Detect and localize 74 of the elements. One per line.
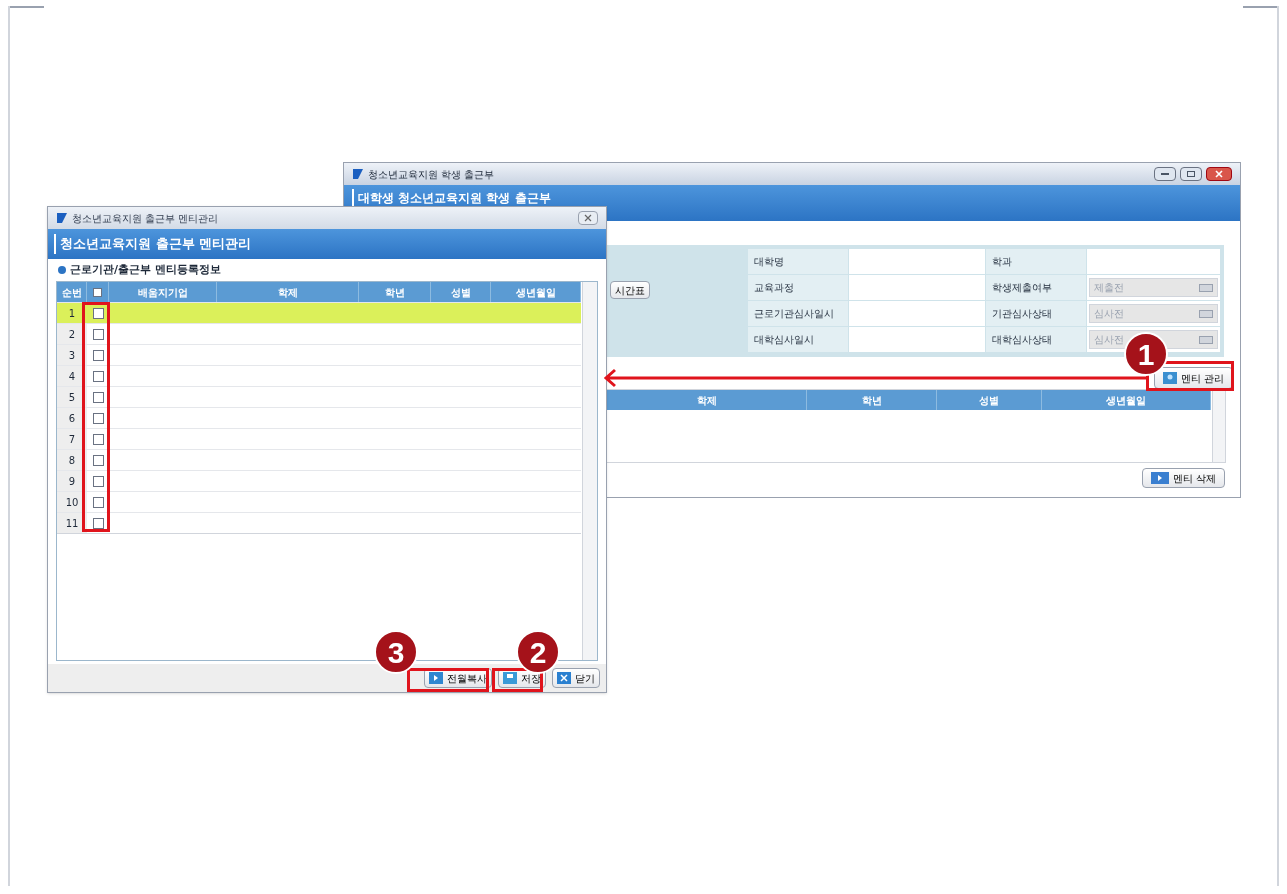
field-label: 학과 bbox=[986, 249, 1087, 274]
row-checkbox[interactable] bbox=[92, 517, 104, 529]
row-checkbox[interactable] bbox=[92, 370, 104, 382]
field-label: 대학심사일시 bbox=[748, 327, 848, 352]
row-number: 10 bbox=[57, 492, 87, 512]
row-number: 6 bbox=[57, 408, 87, 428]
input-field[interactable] bbox=[848, 301, 985, 326]
table-row[interactable]: 8 bbox=[57, 449, 581, 470]
dropdown-icon bbox=[1199, 309, 1213, 318]
close-button[interactable]: 닫기 bbox=[552, 668, 600, 688]
column-header: 학년 bbox=[807, 390, 937, 410]
row-checkbox[interactable] bbox=[92, 328, 104, 340]
close-button[interactable] bbox=[1206, 167, 1232, 181]
field-label: 교육과정 bbox=[748, 275, 848, 300]
header-title: 청소년교육지원 출근부 멘티관리 bbox=[54, 234, 252, 254]
row-checkbox[interactable] bbox=[92, 433, 104, 445]
app-icon bbox=[352, 168, 364, 180]
bullet-icon bbox=[58, 266, 66, 274]
row-number: 2 bbox=[57, 324, 87, 344]
row-number: 3 bbox=[57, 345, 87, 365]
row-checkbox[interactable] bbox=[92, 496, 104, 508]
input-field[interactable] bbox=[849, 249, 986, 274]
dropdown-icon bbox=[1199, 283, 1213, 292]
row-checkbox[interactable] bbox=[92, 391, 104, 403]
save-icon bbox=[503, 672, 517, 684]
row-number: 11 bbox=[57, 513, 87, 533]
window-title: 청소년교육지원 출근부 멘티관리 bbox=[72, 211, 219, 226]
field-label: 학생제출여부 bbox=[985, 275, 1086, 300]
select-all-checkbox[interactable] bbox=[93, 287, 102, 297]
column-header: 성별 bbox=[937, 390, 1042, 410]
table-row[interactable]: 10 bbox=[57, 491, 581, 512]
row-number: 8 bbox=[57, 450, 87, 470]
field-label: 대학명 bbox=[748, 249, 848, 274]
close-icon bbox=[557, 672, 571, 684]
row-checkbox[interactable] bbox=[92, 307, 104, 319]
section-title: 근로기관/출근부 멘티등록정보 bbox=[70, 261, 221, 278]
column-header: 생년월일 bbox=[1042, 390, 1211, 410]
window-title: 청소년교육지원 학생 출근부 bbox=[368, 167, 495, 182]
schedule-button[interactable]: 시간표 bbox=[610, 281, 650, 299]
table-row[interactable]: 5 bbox=[57, 386, 581, 407]
table-row[interactable]: 11 bbox=[57, 512, 581, 533]
table-row[interactable]: 6 bbox=[57, 407, 581, 428]
input-field[interactable] bbox=[848, 275, 985, 300]
table-row[interactable]: 4 bbox=[57, 365, 581, 386]
close-icon bbox=[584, 214, 592, 222]
row-number: 5 bbox=[57, 387, 87, 407]
table-row[interactable]: 7 bbox=[57, 428, 581, 449]
table-row[interactable]: 9 bbox=[57, 470, 581, 491]
field-label: 대학심사상태 bbox=[985, 327, 1086, 352]
scrollbar[interactable] bbox=[582, 282, 597, 660]
table-row[interactable]: 2 bbox=[57, 323, 581, 344]
close-button[interactable] bbox=[578, 211, 598, 225]
row-number: 7 bbox=[57, 429, 87, 449]
row-number: 1 bbox=[67, 306, 77, 321]
table-row[interactable]: 3 bbox=[57, 344, 581, 365]
row-number: 4 bbox=[57, 366, 87, 386]
close-icon bbox=[1215, 170, 1223, 178]
minimize-button[interactable] bbox=[1154, 167, 1176, 181]
field-label: 근로기관심사일시 bbox=[748, 301, 848, 326]
scrollbar[interactable] bbox=[1212, 390, 1225, 462]
maximize-button[interactable] bbox=[1180, 167, 1202, 181]
mentee-delete-button[interactable]: 멘티 삭제 bbox=[1142, 468, 1226, 488]
input-field[interactable] bbox=[1087, 249, 1220, 274]
input-field[interactable] bbox=[848, 327, 985, 352]
row-checkbox[interactable] bbox=[92, 475, 104, 487]
row-checkbox[interactable] bbox=[92, 454, 104, 466]
mentee-manage-button[interactable]: 멘티 관리 bbox=[1154, 367, 1234, 389]
row-checkbox[interactable] bbox=[92, 412, 104, 424]
row-checkbox[interactable] bbox=[92, 349, 104, 361]
row-number: 9 bbox=[57, 471, 87, 491]
field-label: 기관심사상태 bbox=[985, 301, 1086, 326]
app-icon bbox=[56, 212, 68, 224]
table-row[interactable]: 1 bbox=[57, 302, 581, 323]
dropdown-icon bbox=[1199, 335, 1213, 344]
